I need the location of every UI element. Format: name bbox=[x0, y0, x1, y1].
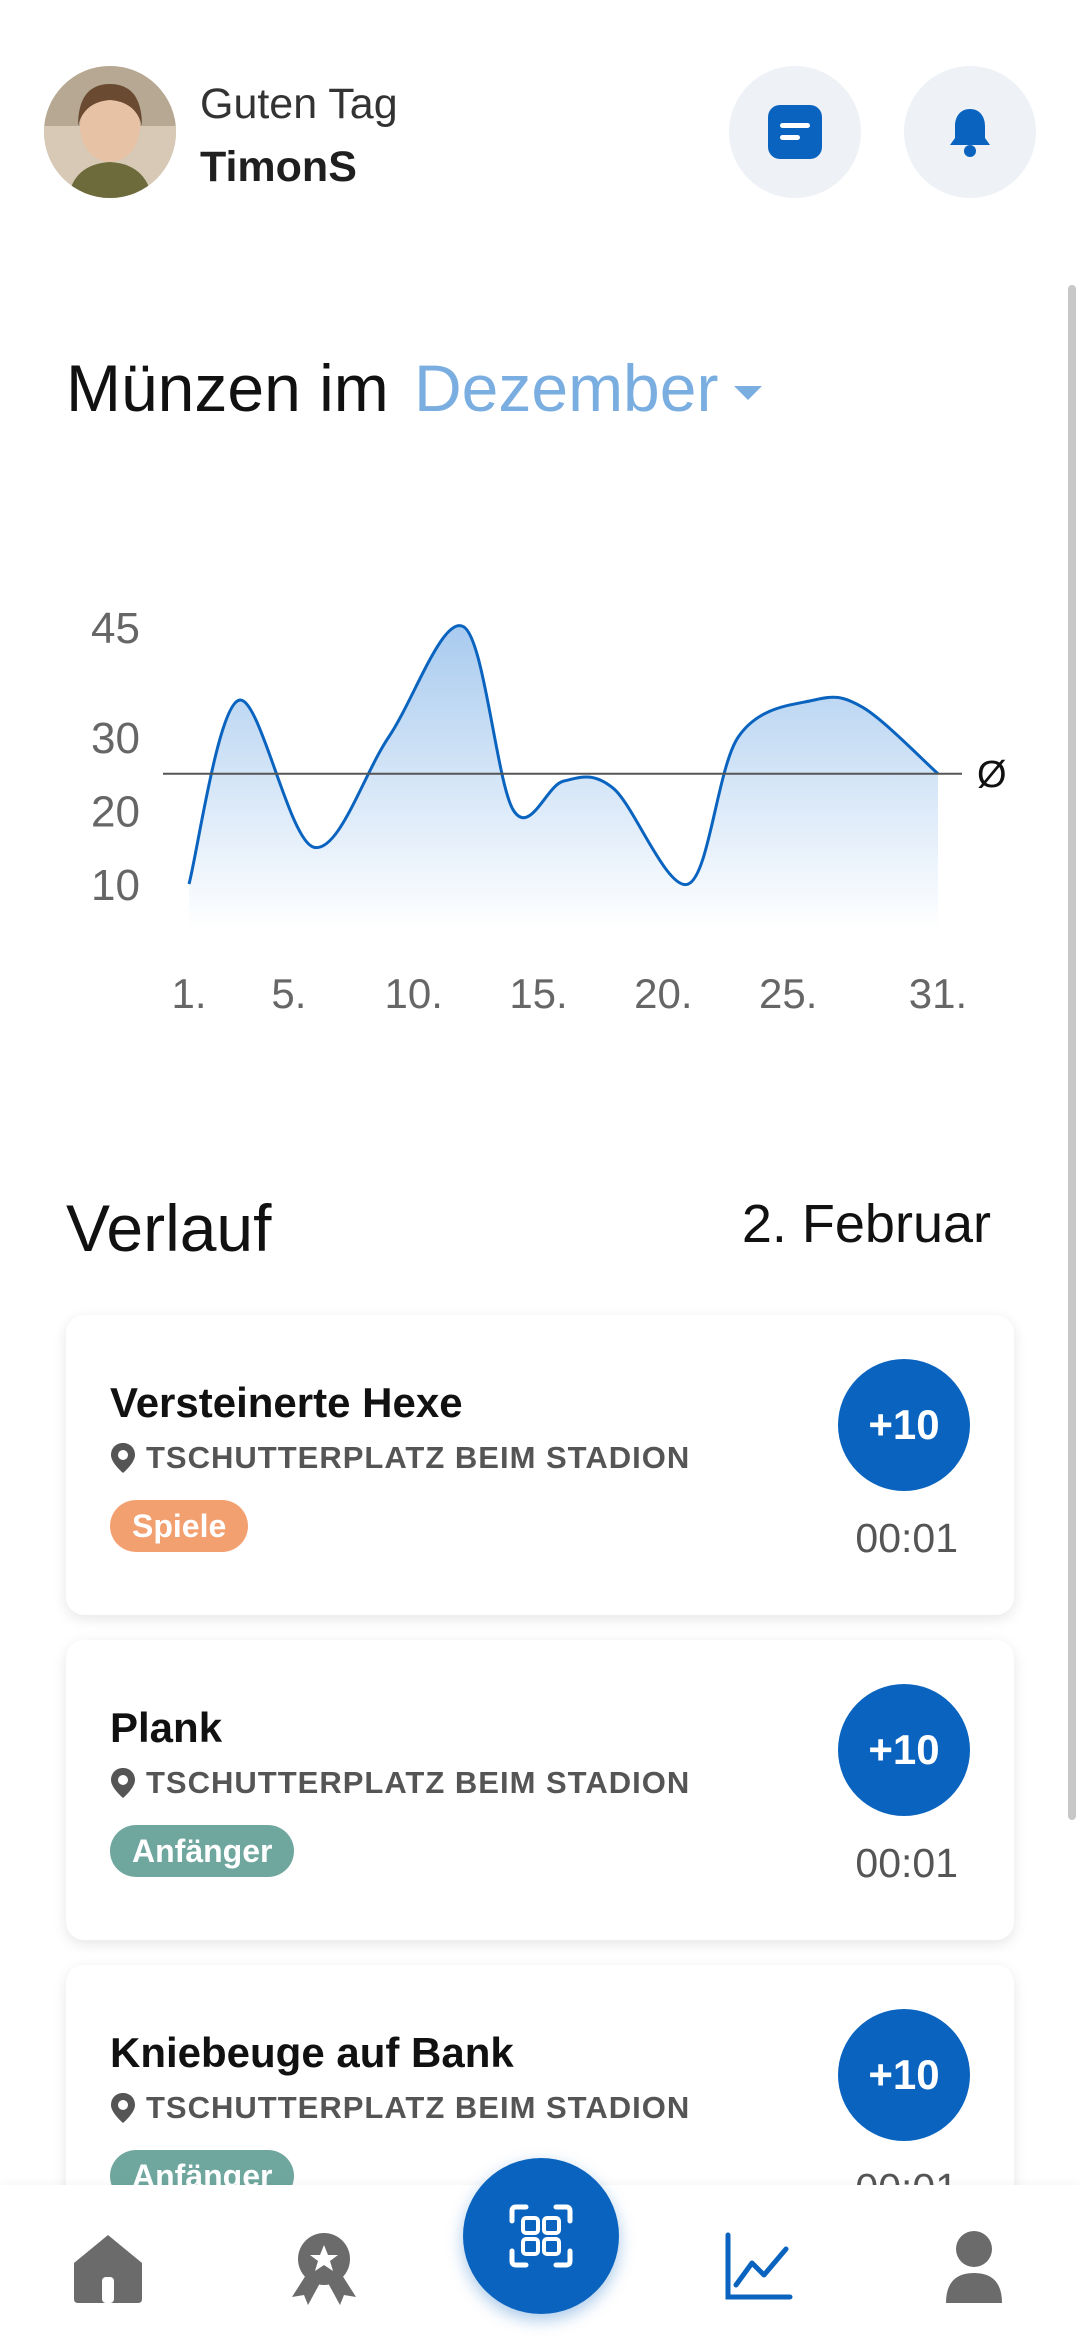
x-tick-label: 20. bbox=[634, 970, 692, 1017]
profile-icon bbox=[946, 2231, 1002, 2303]
x-tick-label: 15. bbox=[509, 970, 567, 1017]
chat-icon bbox=[768, 105, 822, 159]
month-dropdown[interactable]: Dezember bbox=[414, 350, 763, 426]
avatar[interactable] bbox=[44, 66, 176, 198]
chart-area bbox=[189, 625, 938, 930]
history-title: Verlauf bbox=[66, 1191, 272, 1265]
x-tick-label: 1. bbox=[171, 970, 206, 1017]
average-label: Ø bbox=[977, 754, 1007, 796]
activity-location: TSCHUTTERPLATZ BEIM STADION bbox=[110, 2090, 690, 2126]
coins-title: Münzen im bbox=[66, 351, 389, 425]
nav-home[interactable] bbox=[66, 2225, 150, 2309]
points-badge: +10 bbox=[838, 1684, 970, 1816]
activity-time: 00:01 bbox=[855, 1840, 958, 1886]
location-text: TSCHUTTERPLATZ BEIM STADION bbox=[146, 1765, 691, 1800]
y-tick-label: 45 bbox=[91, 604, 140, 653]
activity-title: Plank bbox=[110, 1704, 223, 1751]
activity-card[interactable]: Plank TSCHUTTERPLATZ BEIM STADION Anfäng… bbox=[66, 1640, 1014, 1940]
greeting-text: Guten Tag bbox=[200, 80, 398, 128]
category-tag: Anfänger bbox=[110, 1825, 295, 1877]
scrollbar[interactable] bbox=[1068, 285, 1076, 1820]
x-tick-label: 31. bbox=[909, 970, 967, 1017]
x-tick-label: 25. bbox=[759, 970, 817, 1017]
username: TimonS bbox=[200, 143, 357, 191]
y-tick-label: 10 bbox=[91, 861, 140, 910]
location-pin-icon bbox=[111, 1443, 135, 1473]
home-icon bbox=[74, 2235, 142, 2303]
stats-icon bbox=[725, 2232, 793, 2300]
qr-scan-icon bbox=[509, 2204, 573, 2268]
messages-button[interactable] bbox=[729, 66, 861, 198]
activity-title: Versteinerte Hexe bbox=[110, 1379, 463, 1426]
qr-scan-button[interactable] bbox=[463, 2158, 619, 2314]
activity-time: 00:01 bbox=[855, 1515, 958, 1561]
location-pin-icon bbox=[111, 1768, 135, 1798]
bell-icon bbox=[950, 109, 990, 157]
nav-achievements[interactable] bbox=[282, 2225, 366, 2309]
activity-location: TSCHUTTERPLATZ BEIM STADION bbox=[110, 1440, 690, 1476]
notifications-button[interactable] bbox=[904, 66, 1036, 198]
x-tick-label: 10. bbox=[385, 970, 443, 1017]
location-pin-icon bbox=[111, 2093, 135, 2123]
points-badge: +10 bbox=[838, 1359, 970, 1491]
badge-icon bbox=[292, 2233, 356, 2305]
y-tick-label: 30 bbox=[91, 714, 140, 763]
activity-card[interactable]: Versteinerte Hexe TSCHUTTERPLATZ BEIM ST… bbox=[66, 1315, 1014, 1615]
nav-stats[interactable] bbox=[716, 2225, 800, 2309]
location-text: TSCHUTTERPLATZ BEIM STADION bbox=[146, 1440, 691, 1475]
history-date: 2. Februar bbox=[741, 1194, 991, 1254]
activity-location: TSCHUTTERPLATZ BEIM STADION bbox=[110, 1765, 690, 1801]
location-text: TSCHUTTERPLATZ BEIM STADION bbox=[146, 2090, 691, 2125]
month-value: Dezember bbox=[414, 351, 719, 425]
y-tick-label: 20 bbox=[91, 788, 140, 837]
category-tag: Spiele bbox=[110, 1500, 249, 1552]
nav-profile[interactable] bbox=[932, 2225, 1016, 2309]
coins-chart: Ø 10 20 30 45 1. 5. 10. 15. 20. 25. 31. bbox=[91, 604, 1007, 1017]
points-badge: +10 bbox=[838, 2009, 970, 2141]
caret-down-icon bbox=[734, 386, 763, 400]
activity-title: Kniebeuge auf Bank bbox=[110, 2029, 514, 2076]
x-tick-label: 5. bbox=[271, 970, 306, 1017]
